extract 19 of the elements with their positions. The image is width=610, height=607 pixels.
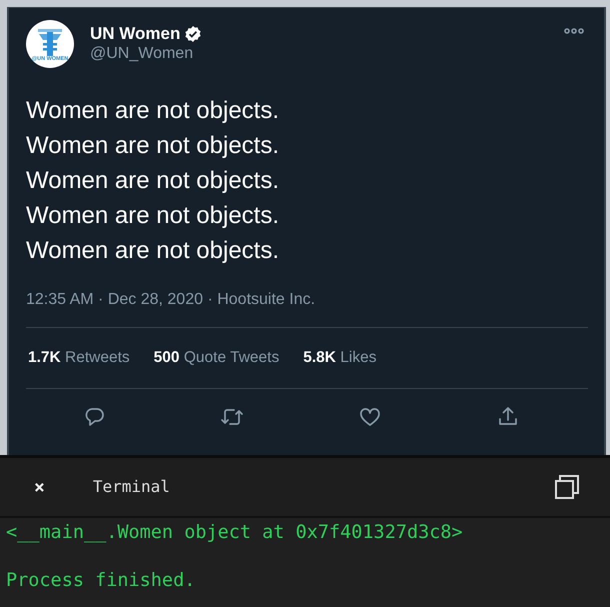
tweet-text: Women are not objects. [26,201,280,231]
terminal-output: Process finished. [6,570,196,592]
terminal-title: Terminal [92,476,170,498]
logo-icon [35,26,65,56]
tweet-timestamp: 12:35 AM · Dec 28, 2020 · Hootsuite Inc. [26,291,316,308]
tweet-text: Women are not objects. [26,166,280,196]
tweet-text: Women are not objects. [26,96,280,126]
close-button[interactable]: × [34,474,45,500]
tweet-text: Women are not objects. [26,131,280,161]
stat-link[interactable]: 5.8K Likes [303,346,376,370]
more-icon[interactable] [564,28,584,34]
terminal-output: <__main__.Women object at 0x7f401327d3c8> [6,522,464,544]
stat-link[interactable]: 500 Quote Tweets [154,346,280,370]
heart-icon[interactable] [358,405,382,429]
stat-link[interactable]: 1.7K Retweets [28,346,130,370]
copy-icon[interactable] [554,474,580,500]
tweet-text: Women are not objects. [26,236,280,266]
author-handle[interactable]: @UN_Women [90,44,202,64]
author-name[interactable]: UN Women [90,24,180,44]
